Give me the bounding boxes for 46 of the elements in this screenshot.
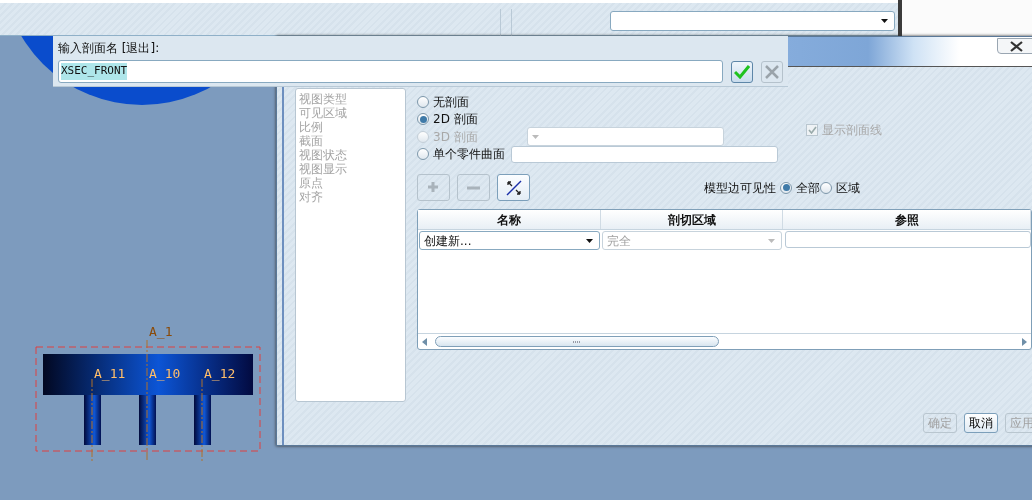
scroll-left-icon[interactable]	[422, 337, 427, 346]
column-header: 名称	[418, 210, 601, 229]
caret-icon	[585, 238, 593, 243]
caret-icon	[532, 134, 539, 139]
datum-label: A_1	[149, 324, 173, 339]
checkmark-icon	[734, 64, 750, 79]
caret-icon	[881, 19, 888, 23]
radio-label: 2D 剖面	[433, 111, 479, 129]
field-value: XSEC_FRONT	[61, 63, 128, 80]
radio-label: 3D 剖面	[433, 128, 479, 146]
dropdown-value: 创建新...	[424, 232, 472, 250]
radio-label: 区域	[836, 179, 860, 197]
toolbar-dropdown[interactable]	[610, 11, 895, 31]
radio-label: 无剖面	[433, 93, 470, 111]
radio-label: 全部	[796, 179, 820, 197]
prompt-label: 输入剖面名 [退出]:	[58, 40, 161, 57]
datum-label: A_11	[94, 366, 126, 381]
visibility-label: 模型边可见性	[704, 179, 776, 197]
radio-button[interactable]	[780, 181, 792, 194]
section-name-field[interactable]: XSEC_FRONT	[58, 60, 723, 83]
name-dropdown[interactable]: 创建新...	[419, 231, 600, 250]
dialog-button[interactable]: 取消	[964, 413, 998, 433]
datum-label: A_10	[149, 366, 181, 381]
flip-icon	[504, 178, 523, 197]
radio-button[interactable]	[820, 181, 832, 194]
accept-button[interactable]	[731, 60, 753, 83]
flip-button[interactable]	[497, 174, 530, 201]
caret-icon	[768, 238, 776, 243]
radio-button[interactable]	[417, 148, 429, 161]
close-button[interactable]	[997, 38, 1032, 54]
surface-field[interactable]	[511, 145, 778, 163]
dropdown-value: 完全	[606, 232, 631, 250]
reference-field[interactable]	[785, 231, 1031, 248]
checkbox-label: 显示剖面线	[822, 121, 882, 139]
scrollbar-thumb[interactable]	[435, 336, 719, 347]
datum-label: A_12	[204, 366, 236, 381]
close-icon	[765, 64, 779, 79]
close-icon	[1009, 40, 1023, 52]
radio-button[interactable]	[417, 95, 429, 108]
radio-button[interactable]	[417, 113, 429, 126]
column-header: 参照	[783, 210, 1031, 229]
plus-icon	[427, 181, 440, 194]
type-dropdown[interactable]	[527, 127, 724, 147]
radio-label: 单个零件曲面	[433, 146, 506, 164]
scroll-right-icon[interactable]	[1022, 337, 1027, 346]
column-header: 剖切区域	[601, 210, 783, 229]
